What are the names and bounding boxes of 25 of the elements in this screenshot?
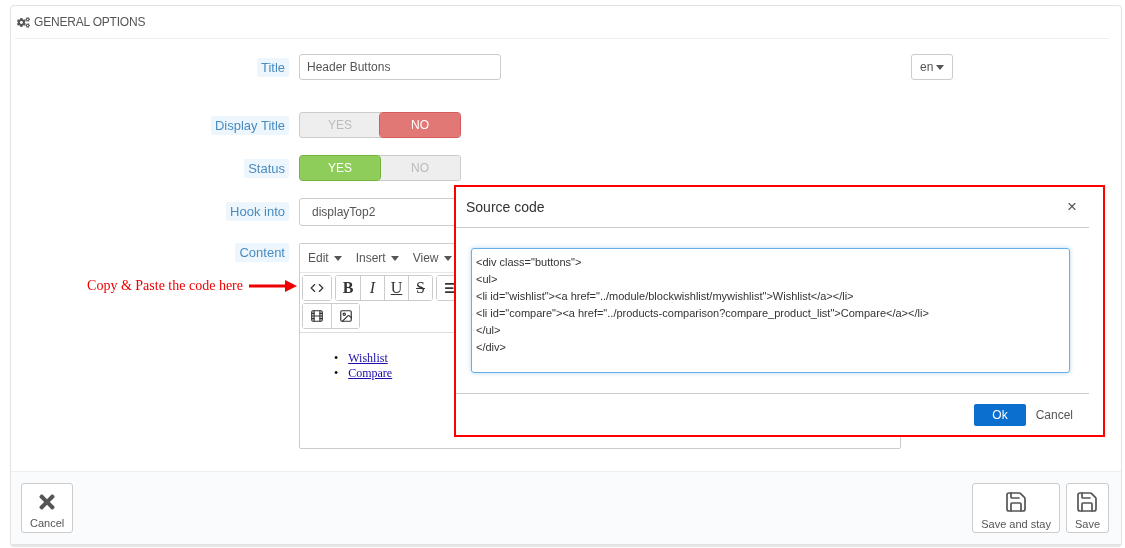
editor-menu[interactable]: Insert <box>355 251 399 265</box>
panel-title: GENERAL OPTIONS <box>34 15 146 29</box>
content-link[interactable]: Compare <box>348 366 393 381</box>
field-label: Display Title <box>210 116 289 135</box>
editor-menu[interactable]: Edit <box>308 251 342 265</box>
save-button[interactable]: Save and stay <box>972 483 1060 533</box>
content-link[interactable]: Wishlist <box>348 351 388 366</box>
annotation-text: Copy & Paste the code here <box>87 278 243 294</box>
ok-button[interactable]: Ok <box>974 403 1026 426</box>
editor-menu[interactable]: View <box>412 251 452 265</box>
dialog-title: Source code <box>466 199 545 215</box>
list-bullet: • <box>334 366 339 381</box>
language-dropdown[interactable]: en <box>911 54 954 80</box>
strike-button[interactable]: S <box>408 276 432 300</box>
save-button[interactable]: Save <box>1065 483 1109 533</box>
field-label: Title <box>256 58 289 77</box>
field-label: Status <box>244 159 289 178</box>
cancel-link[interactable]: Cancel <box>1035 403 1073 426</box>
cancel-button[interactable]: Cancel <box>21 483 74 533</box>
code-field[interactable]: <div class="buttons"> <ul> <li id="wishlist"><a href="../module/blockwishlist/mywishlist">Wishlist</a></li> <li id="compare"><a href="../products-comparison?compare_product_list">Compare</a></li> </ul> </div> <box>471 248 1070 373</box>
list-bullet: • <box>334 351 339 366</box>
close-button[interactable]: × <box>1067 197 1077 217</box>
field-label: Content <box>235 243 289 262</box>
title-field[interactable]: Header Buttons <box>299 54 501 80</box>
field-label: Hook into <box>226 202 289 221</box>
